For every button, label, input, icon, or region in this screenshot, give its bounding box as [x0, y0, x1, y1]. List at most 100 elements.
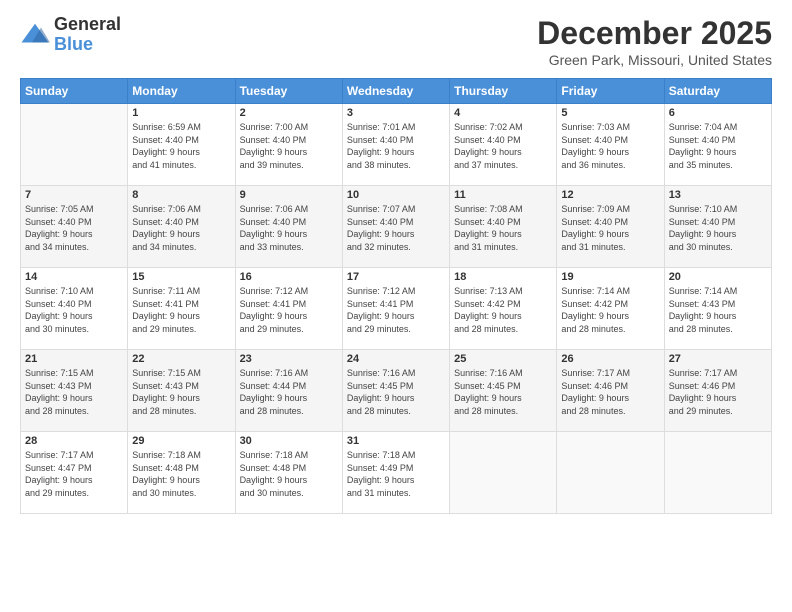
day-info: Sunrise: 7:05 AM Sunset: 4:40 PM Dayligh…	[25, 203, 123, 253]
weekday-header-saturday: Saturday	[664, 79, 771, 104]
day-info: Sunrise: 7:13 AM Sunset: 4:42 PM Dayligh…	[454, 285, 552, 335]
day-cell: 19 Sunrise: 7:14 AM Sunset: 4:42 PM Dayli…	[557, 268, 664, 350]
day-info: Sunrise: 6:59 AM Sunset: 4:40 PM Dayligh…	[132, 121, 230, 171]
week-row-3: 14 Sunrise: 7:10 AM Sunset: 4:40 PM Dayli…	[21, 268, 772, 350]
day-number: 14	[25, 271, 123, 283]
weekday-header-thursday: Thursday	[450, 79, 557, 104]
day-number: 19	[561, 271, 659, 283]
day-cell: 13Sunrise: 7:10 AM Sunset: 4:40 PM Dayli…	[664, 186, 771, 268]
day-info: Sunrise: 7:12 AM Sunset: 4:41 PM Dayligh…	[347, 285, 445, 335]
day-cell: 10 Sunrise: 7:07 AM Sunset: 4:40 PM Dayli…	[342, 186, 449, 268]
day-number: 17	[347, 271, 445, 283]
day-info: Sunrise: 7:10 AM Sunset: 4:40 PM Dayligh…	[25, 285, 123, 335]
calendar-header: SundayMondayTuesdayWednesdayThursdayFrid…	[21, 79, 772, 104]
logo-line2: Blue	[54, 34, 93, 54]
day-info: Sunrise: 7:17 AM Sunset: 4:46 PM Dayligh…	[669, 367, 767, 417]
day-number: 25	[454, 353, 552, 365]
weekday-header-friday: Friday	[557, 79, 664, 104]
week-row-2: 7 Sunrise: 7:05 AM Sunset: 4:40 PM Daylig…	[21, 186, 772, 268]
logo-icon	[20, 20, 50, 50]
day-number: 8	[132, 189, 230, 201]
day-info: Sunrise: 7:11 AM Sunset: 4:41 PM Dayligh…	[132, 285, 230, 335]
day-info: Sunrise: 7:06 AM Sunset: 4:40 PM Dayligh…	[240, 203, 338, 253]
calendar-body: 1 Sunrise: 6:59 AM Sunset: 4:40 PM Daylig…	[21, 104, 772, 514]
day-number: 30	[240, 435, 338, 447]
day-number: 6	[669, 107, 767, 119]
day-number: 5	[561, 107, 659, 119]
day-cell: 31 Sunrise: 7:18 AM Sunset: 4:49 PM Dayli…	[342, 432, 449, 514]
location: Green Park, Missouri, United States	[537, 52, 772, 68]
day-number: 4	[454, 107, 552, 119]
day-info: Sunrise: 7:16 AM Sunset: 4:44 PM Dayligh…	[240, 367, 338, 417]
day-number: 20	[669, 271, 767, 283]
header: General Blue December 2025 Green Park, M…	[20, 15, 772, 68]
day-info: Sunrise: 7:14 AM Sunset: 4:43 PM Dayligh…	[669, 285, 767, 335]
day-info: Sunrise: 7:17 AM Sunset: 4:46 PM Dayligh…	[561, 367, 659, 417]
day-number: 31	[347, 435, 445, 447]
day-info: Sunrise: 7:18 AM Sunset: 4:49 PM Dayligh…	[347, 449, 445, 499]
weekday-row: SundayMondayTuesdayWednesdayThursdayFrid…	[21, 79, 772, 104]
day-number: 9	[240, 189, 338, 201]
week-row-4: 21 Sunrise: 7:15 AM Sunset: 4:43 PM Dayli…	[21, 350, 772, 432]
day-cell: 14 Sunrise: 7:10 AM Sunset: 4:40 PM Dayli…	[21, 268, 128, 350]
day-number: 22	[132, 353, 230, 365]
day-cell: 23 Sunrise: 7:16 AM Sunset: 4:44 PM Dayli…	[235, 350, 342, 432]
day-info: Sunrise: 7:16 AM Sunset: 4:45 PM Dayligh…	[347, 367, 445, 417]
day-cell: 6Sunrise: 7:04 AM Sunset: 4:40 PM Daylig…	[664, 104, 771, 186]
day-number: 7	[25, 189, 123, 201]
day-cell	[557, 432, 664, 514]
day-cell: 24 Sunrise: 7:16 AM Sunset: 4:45 PM Dayli…	[342, 350, 449, 432]
day-info: Sunrise: 7:01 AM Sunset: 4:40 PM Dayligh…	[347, 121, 445, 171]
day-info: Sunrise: 7:00 AM Sunset: 4:40 PM Dayligh…	[240, 121, 338, 171]
day-info: Sunrise: 7:18 AM Sunset: 4:48 PM Dayligh…	[132, 449, 230, 499]
week-row-5: 28 Sunrise: 7:17 AM Sunset: 4:47 PM Dayli…	[21, 432, 772, 514]
day-cell: 29Sunrise: 7:18 AM Sunset: 4:48 PM Dayli…	[128, 432, 235, 514]
day-number: 11	[454, 189, 552, 201]
day-cell: 16Sunrise: 7:12 AM Sunset: 4:41 PM Dayli…	[235, 268, 342, 350]
day-cell: 3 Sunrise: 7:01 AM Sunset: 4:40 PM Daylig…	[342, 104, 449, 186]
day-cell: 4Sunrise: 7:02 AM Sunset: 4:40 PM Daylig…	[450, 104, 557, 186]
day-number: 24	[347, 353, 445, 365]
day-cell	[450, 432, 557, 514]
day-number: 3	[347, 107, 445, 119]
week-row-1: 1 Sunrise: 6:59 AM Sunset: 4:40 PM Daylig…	[21, 104, 772, 186]
day-info: Sunrise: 7:06 AM Sunset: 4:40 PM Dayligh…	[132, 203, 230, 253]
day-number: 2	[240, 107, 338, 119]
weekday-header-tuesday: Tuesday	[235, 79, 342, 104]
page: General Blue December 2025 Green Park, M…	[0, 0, 792, 612]
day-number: 1	[132, 107, 230, 119]
day-cell: 30 Sunrise: 7:18 AM Sunset: 4:48 PM Dayli…	[235, 432, 342, 514]
day-number: 21	[25, 353, 123, 365]
day-info: Sunrise: 7:18 AM Sunset: 4:48 PM Dayligh…	[240, 449, 338, 499]
day-cell: 12Sunrise: 7:09 AM Sunset: 4:40 PM Dayli…	[557, 186, 664, 268]
day-info: Sunrise: 7:08 AM Sunset: 4:40 PM Dayligh…	[454, 203, 552, 253]
day-cell: 20 Sunrise: 7:14 AM Sunset: 4:43 PM Dayli…	[664, 268, 771, 350]
day-number: 18	[454, 271, 552, 283]
day-info: Sunrise: 7:17 AM Sunset: 4:47 PM Dayligh…	[25, 449, 123, 499]
day-cell: 18 Sunrise: 7:13 AM Sunset: 4:42 PM Dayli…	[450, 268, 557, 350]
day-cell: 26Sunrise: 7:17 AM Sunset: 4:46 PM Dayli…	[557, 350, 664, 432]
day-cell	[21, 104, 128, 186]
day-number: 10	[347, 189, 445, 201]
day-info: Sunrise: 7:14 AM Sunset: 4:42 PM Dayligh…	[561, 285, 659, 335]
logo: General Blue	[20, 15, 121, 55]
day-cell: 22Sunrise: 7:15 AM Sunset: 4:43 PM Dayli…	[128, 350, 235, 432]
day-cell: 17 Sunrise: 7:12 AM Sunset: 4:41 PM Dayli…	[342, 268, 449, 350]
day-info: Sunrise: 7:16 AM Sunset: 4:45 PM Dayligh…	[454, 367, 552, 417]
day-cell: 7 Sunrise: 7:05 AM Sunset: 4:40 PM Daylig…	[21, 186, 128, 268]
month-title: December 2025	[537, 15, 772, 52]
day-number: 28	[25, 435, 123, 447]
weekday-header-wednesday: Wednesday	[342, 79, 449, 104]
day-cell: 9 Sunrise: 7:06 AM Sunset: 4:40 PM Daylig…	[235, 186, 342, 268]
day-info: Sunrise: 7:07 AM Sunset: 4:40 PM Dayligh…	[347, 203, 445, 253]
day-info: Sunrise: 7:15 AM Sunset: 4:43 PM Dayligh…	[25, 367, 123, 417]
day-number: 12	[561, 189, 659, 201]
day-cell: 27Sunrise: 7:17 AM Sunset: 4:46 PM Dayli…	[664, 350, 771, 432]
day-cell: 15 Sunrise: 7:11 AM Sunset: 4:41 PM Dayli…	[128, 268, 235, 350]
day-cell: 11 Sunrise: 7:08 AM Sunset: 4:40 PM Dayli…	[450, 186, 557, 268]
day-number: 15	[132, 271, 230, 283]
day-number: 13	[669, 189, 767, 201]
weekday-header-monday: Monday	[128, 79, 235, 104]
day-number: 23	[240, 353, 338, 365]
day-number: 16	[240, 271, 338, 283]
